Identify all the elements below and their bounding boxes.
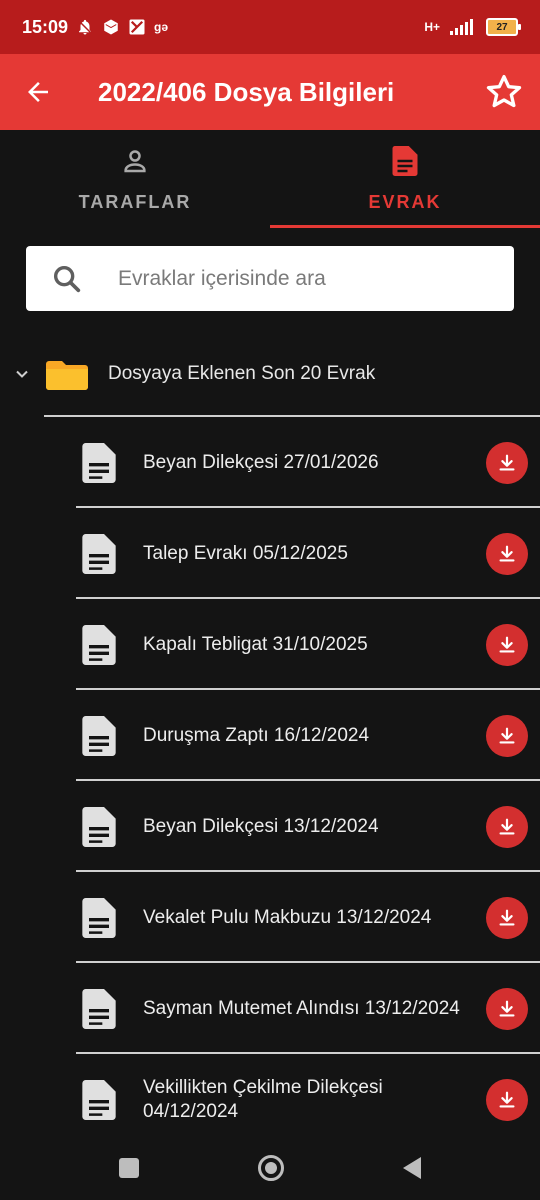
document-item[interactable]: Vekalet Pulu Makbuzu 13/12/2024 <box>0 873 540 963</box>
home-button[interactable] <box>257 1155 284 1181</box>
star-outline-icon <box>486 75 522 108</box>
document-label: Beyan Dilekçesi 27/01/2026 <box>143 452 379 473</box>
document-label: Talep Evrakı 05/12/2025 <box>143 543 348 564</box>
tab-indicator <box>270 225 540 228</box>
app-bar: 2022/406 Dosya Bilgileri <box>0 54 540 130</box>
folder-row[interactable]: Dosyaya Eklenen Son 20 Evrak <box>0 340 540 408</box>
document-label: Kapalı Tebligat 31/10/2025 <box>143 634 368 655</box>
package-icon <box>104 19 118 35</box>
document-item[interactable]: Beyan Dilekçesi 13/12/2024 <box>0 782 540 872</box>
document-icon <box>82 807 116 847</box>
download-icon <box>499 727 515 744</box>
document-item[interactable]: Vekillikten Çekilme Dilekçesi 04/12/2024 <box>0 1055 540 1145</box>
network-type: H+ <box>424 20 440 34</box>
document-item[interactable]: Sayman Mutemet Alındısı 13/12/2024 <box>0 964 540 1054</box>
back-nav-button[interactable] <box>402 1157 421 1179</box>
divider <box>44 415 540 417</box>
status-time: 15:09 <box>22 16 69 37</box>
favorite-button[interactable] <box>484 72 524 112</box>
status-bar: 15:09 gə H+ 27 <box>0 0 540 54</box>
document-icon <box>82 625 116 665</box>
download-button[interactable] <box>486 533 528 575</box>
search-icon <box>53 265 81 292</box>
document-label: Sayman Mutemet Alındısı 13/12/2024 <box>143 998 460 1019</box>
document-icon <box>82 898 116 938</box>
download-button[interactable] <box>486 1079 528 1121</box>
document-item[interactable]: Kapalı Tebligat 31/10/2025 <box>0 600 540 690</box>
document-icon <box>82 534 116 574</box>
arrow-left-icon <box>28 82 48 102</box>
document-item[interactable]: Duruşma Zaptı 16/12/2024 <box>0 691 540 781</box>
signal-icon <box>450 19 473 35</box>
download-button[interactable] <box>486 624 528 666</box>
document-icon <box>82 443 116 483</box>
divider <box>76 961 540 963</box>
divider <box>76 688 540 690</box>
document-label: Duruşma Zaptı 16/12/2024 <box>143 725 370 746</box>
system-nav-bar <box>0 1136 540 1200</box>
divider <box>76 870 540 872</box>
download-icon <box>499 545 515 562</box>
search-bar <box>26 246 514 311</box>
back-button[interactable] <box>0 54 76 130</box>
battery-level: 27 <box>496 21 508 33</box>
document-icon <box>82 989 116 1029</box>
download-icon <box>499 636 515 653</box>
document-label: Beyan Dilekçesi 13/12/2024 <box>143 816 379 837</box>
tab-label: TARAFLAR <box>78 192 192 212</box>
divider <box>76 597 540 599</box>
download-button[interactable] <box>486 806 528 848</box>
download-button[interactable] <box>486 715 528 757</box>
download-button[interactable] <box>486 897 528 939</box>
app-icon <box>129 19 145 35</box>
document-label: Vekillikten Çekilme Dilekçesi 04/12/2024 <box>143 1077 383 1122</box>
tab-label: EVRAK <box>368 192 442 212</box>
recents-button[interactable] <box>119 1158 140 1178</box>
divider <box>76 1052 540 1054</box>
document-item[interactable]: Beyan Dilekçesi 27/01/2026 <box>0 418 540 508</box>
document-icon <box>82 1080 116 1120</box>
folder-label: Dosyaya Eklenen Son 20 Evrak <box>108 363 376 384</box>
battery-icon: 27 <box>486 18 521 36</box>
download-icon <box>499 909 515 926</box>
download-button[interactable] <box>486 988 528 1030</box>
download-icon <box>499 818 515 835</box>
document-icon <box>82 716 116 756</box>
notifications-off-icon <box>77 19 93 35</box>
document-icon <box>391 146 419 176</box>
divider <box>76 779 540 781</box>
person-icon <box>120 146 150 176</box>
document-item[interactable]: Talep Evrakı 05/12/2025 <box>0 509 540 599</box>
download-icon <box>499 454 515 471</box>
document-label: Vekalet Pulu Makbuzu 13/12/2024 <box>143 907 432 928</box>
download-icon <box>499 1000 515 1017</box>
download-button[interactable] <box>486 442 528 484</box>
page-title: 2022/406 Dosya Bilgileri <box>98 76 395 107</box>
tab-taraflar[interactable]: TARAFLAR <box>0 130 270 228</box>
search-input[interactable] <box>116 265 480 292</box>
download-icon <box>499 1091 515 1108</box>
app-badge-label: gə <box>154 20 169 34</box>
chevron-down-icon[interactable] <box>12 364 32 384</box>
tab-evrak[interactable]: EVRAK <box>270 130 540 228</box>
tab-bar: TARAFLAR EVRAK <box>0 130 540 228</box>
divider <box>76 506 540 508</box>
folder-icon <box>46 361 88 390</box>
